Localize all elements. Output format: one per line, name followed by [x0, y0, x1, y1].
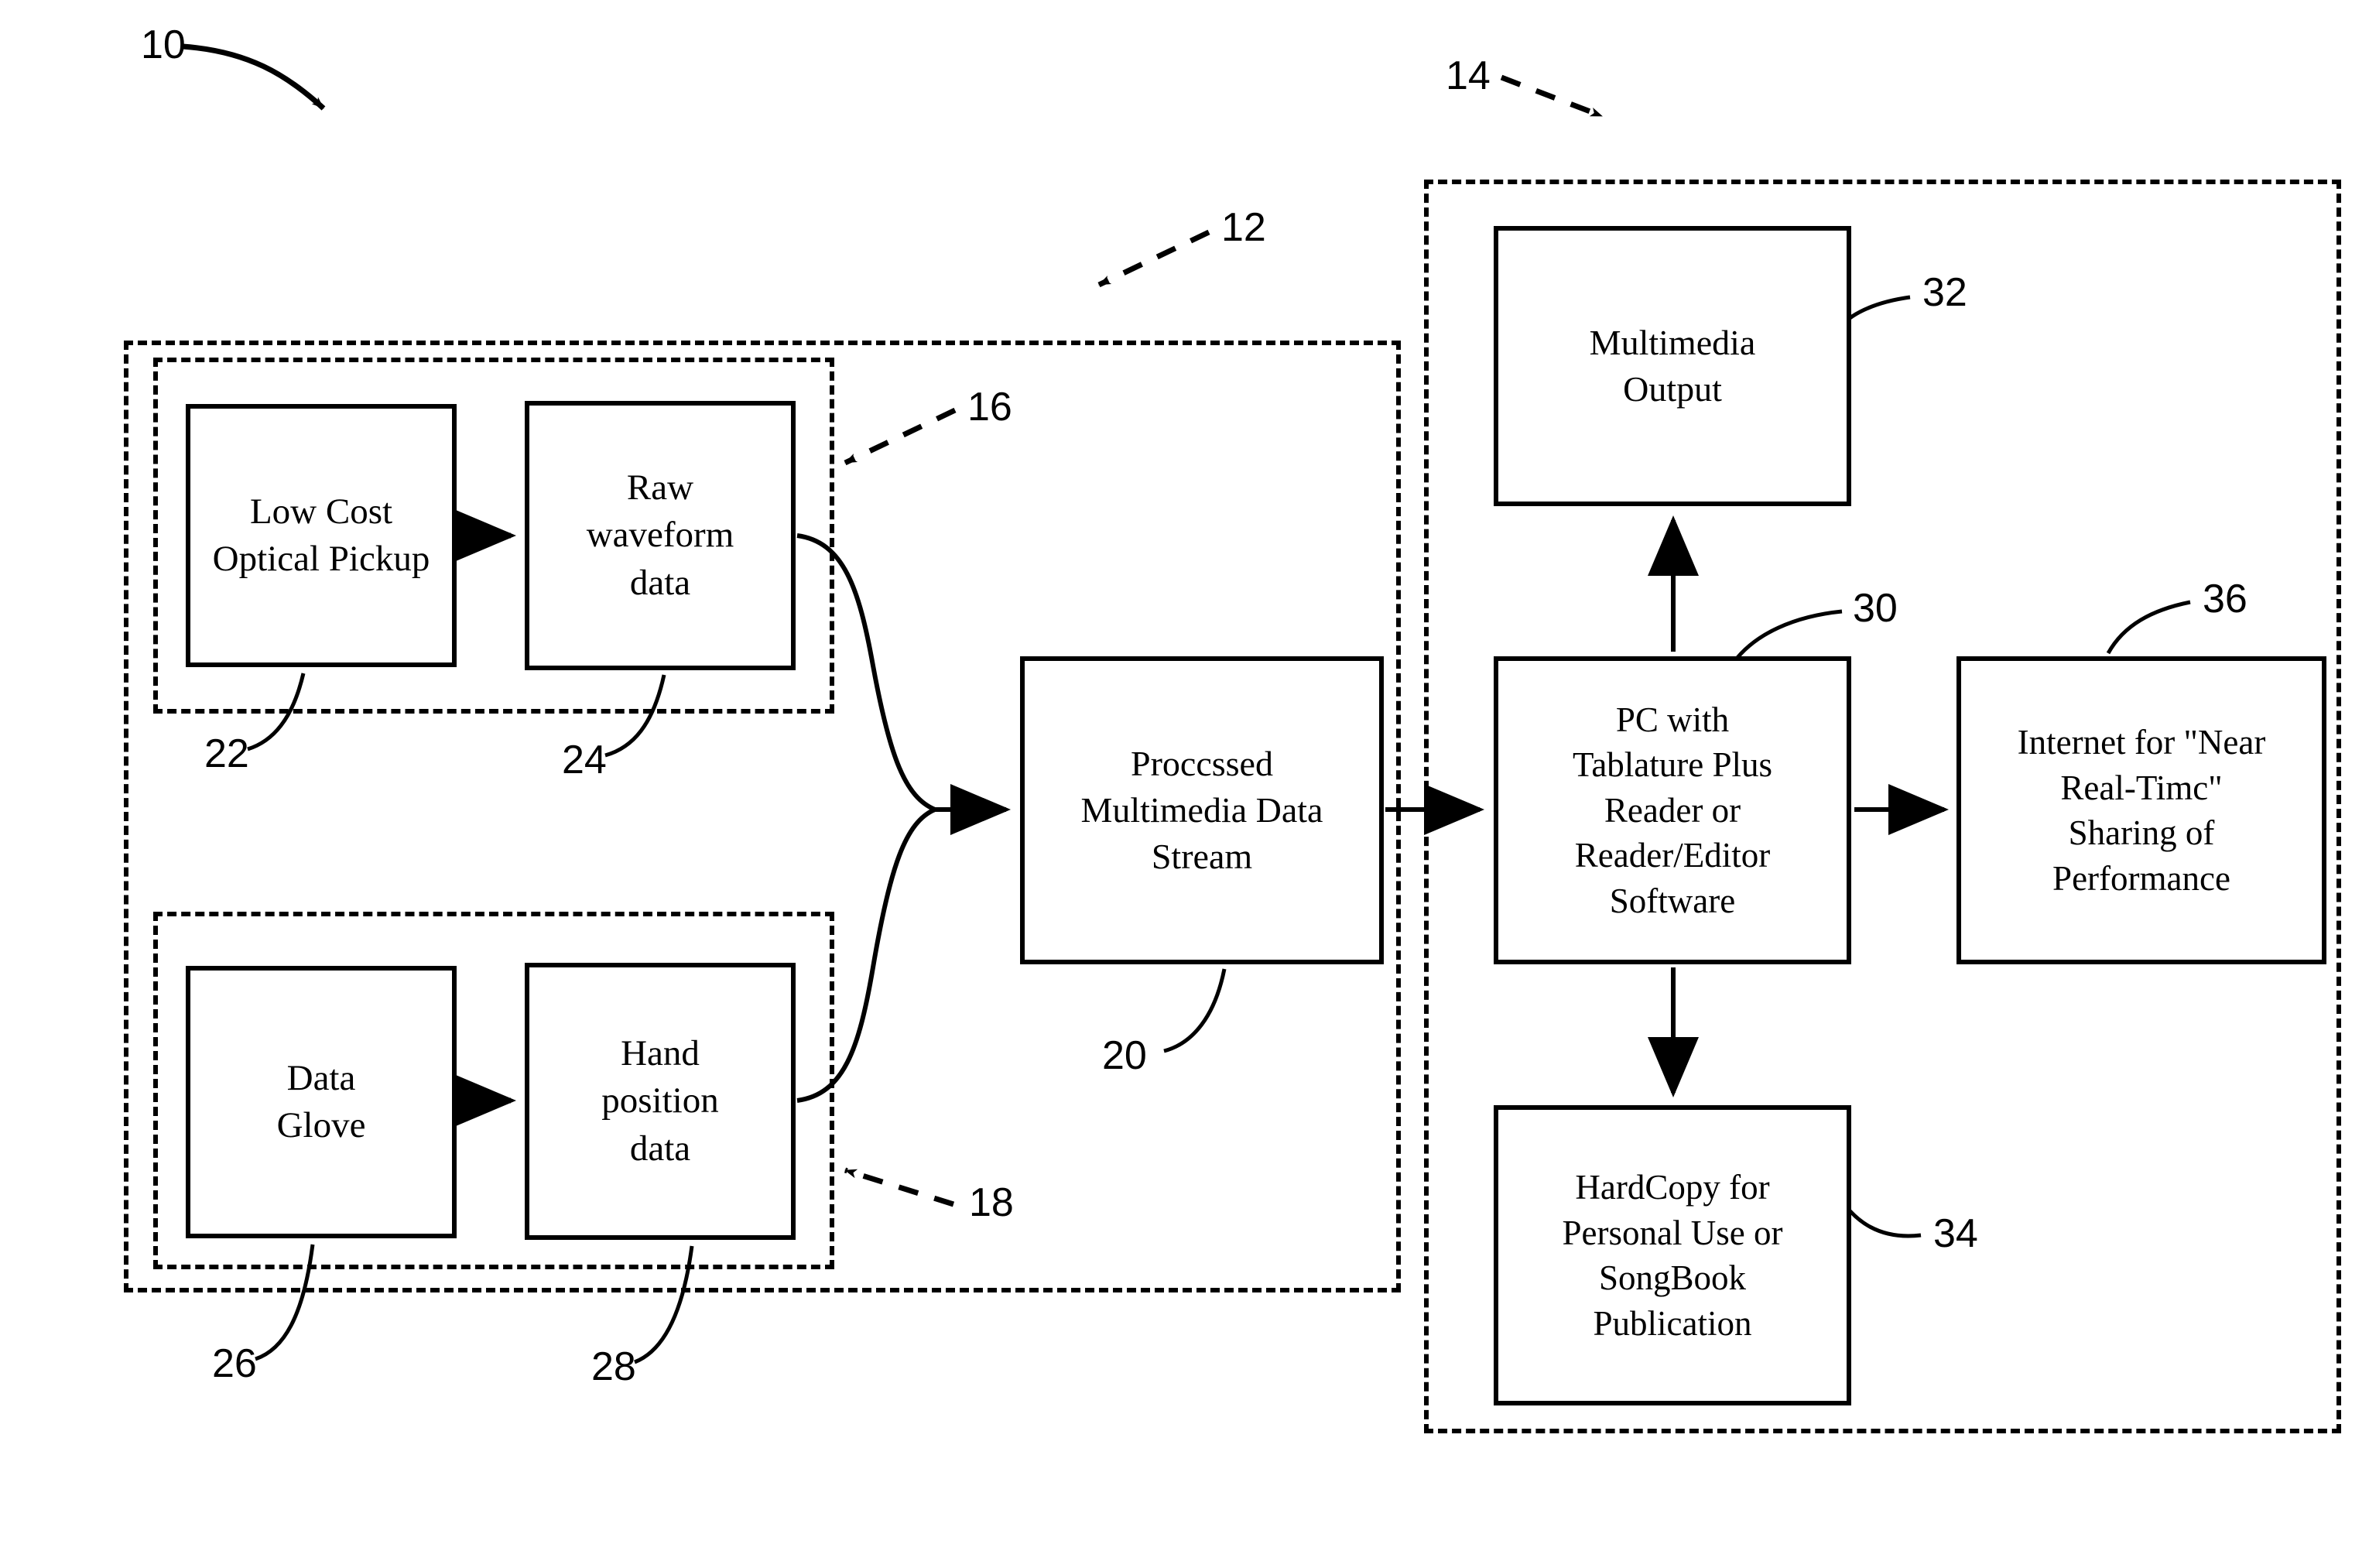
box-optical-pickup-label: Low Cost Optical Pickup [212, 491, 430, 579]
box-hardcopy: HardCopy for Personal Use or SongBook Pu… [1494, 1105, 1851, 1405]
box-multimedia-output: Multimedia Output [1494, 226, 1851, 506]
box-processed-stream: Proccssed Multimedia Data Stream [1020, 656, 1384, 964]
box-data-glove: Data Glove [186, 966, 457, 1238]
refnum-36: 36 [2203, 577, 2247, 621]
box-processed-stream-label: Proccssed Multimedia Data Stream [1080, 744, 1323, 876]
box-raw-waveform: Raw waveform data [525, 401, 796, 670]
refnum-20: 20 [1102, 1033, 1147, 1078]
box-internet-sharing-label: Internet for "Near Real-Timc" Sharing of… [2017, 723, 2266, 898]
refnum-12: 12 [1221, 205, 1266, 250]
refnum-30: 30 [1853, 586, 1898, 631]
refnum-14: 14 [1446, 53, 1491, 98]
box-data-glove-label: Data Glove [276, 1057, 366, 1145]
box-optical-pickup: Low Cost Optical Pickup [186, 404, 457, 667]
refnum-28: 28 [591, 1344, 636, 1389]
refnum-22: 22 [204, 731, 249, 776]
refnum-34: 34 [1933, 1211, 1978, 1256]
leader-10 [182, 43, 326, 111]
box-raw-waveform-label: Raw waveform data [586, 467, 734, 603]
box-hardcopy-label: HardCopy for Personal Use or SongBook Pu… [1562, 1168, 1783, 1343]
leader-14 [1500, 74, 1604, 119]
patent-figure: Low Cost Optical Pickup Raw waveform dat… [0, 0, 2369, 1568]
box-multimedia-output-label: Multimedia Output [1589, 323, 1756, 409]
refnum-16: 16 [967, 385, 1012, 430]
refnum-32: 32 [1922, 270, 1967, 315]
refnum-10: 10 [141, 22, 186, 67]
leader-12 [1097, 229, 1210, 288]
box-pc-software-label: PC with Tablature Plus Reader or Reader/… [1572, 700, 1773, 920]
box-hand-position: Hand position data [525, 963, 796, 1240]
box-pc-software: PC with Tablature Plus Reader or Reader/… [1494, 656, 1851, 964]
refnum-26: 26 [212, 1341, 257, 1386]
refnum-24: 24 [562, 738, 607, 782]
box-hand-position-label: Hand position data [601, 1033, 719, 1169]
box-internet-sharing: Internet for "Near Real-Timc" Sharing of… [1956, 656, 2326, 964]
refnum-18: 18 [969, 1180, 1014, 1225]
